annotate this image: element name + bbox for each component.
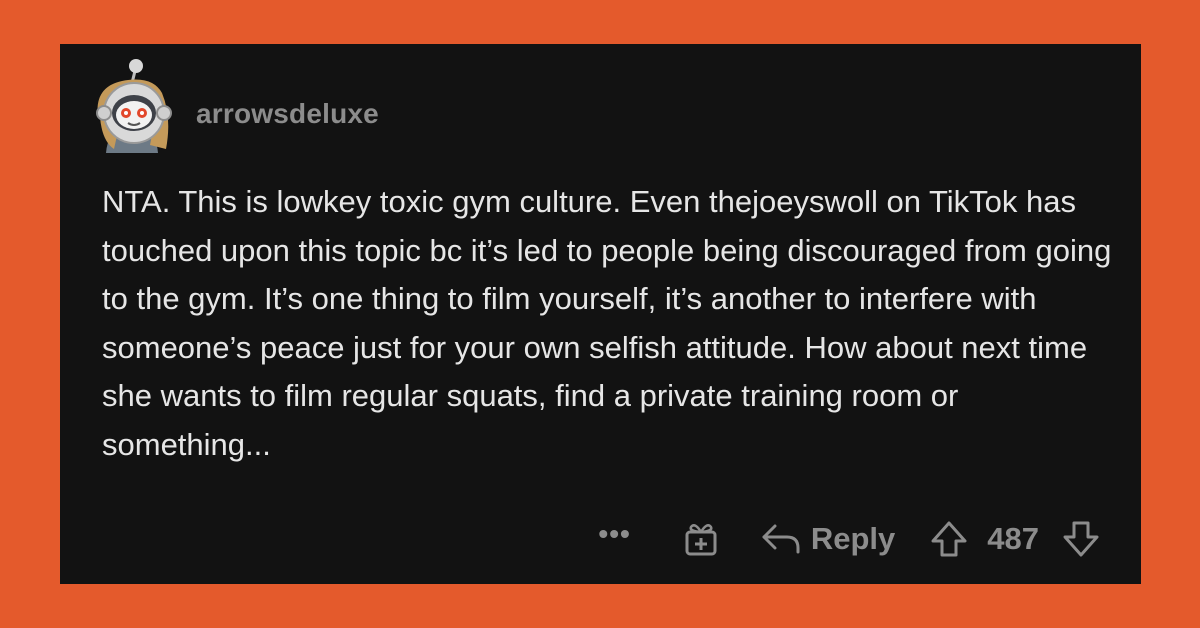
username[interactable]: arrowsdeluxe xyxy=(196,98,379,130)
comment-header xyxy=(92,57,174,157)
comment-card: arrowsdeluxe NTA. This is lowkey toxic g… xyxy=(60,44,1141,584)
gift-icon[interactable] xyxy=(681,519,721,559)
reply-button[interactable]: Reply xyxy=(761,521,895,557)
comment-body: NTA. This is lowkey toxic gym culture. E… xyxy=(102,184,1112,462)
avatar[interactable] xyxy=(92,57,174,157)
reply-label: Reply xyxy=(810,521,896,556)
more-options-button[interactable]: ••• xyxy=(598,518,630,550)
vote-score: 487 xyxy=(987,521,1039,556)
upvote-arrow-icon[interactable] xyxy=(929,519,969,559)
downvote-arrow-icon[interactable] xyxy=(1061,519,1101,559)
snoo-astronaut-avatar-icon xyxy=(96,59,172,153)
comment-actions: ••• Reply 487 xyxy=(598,514,1101,564)
vote-controls: 487 xyxy=(929,519,1101,559)
reply-arrow-icon xyxy=(761,522,801,556)
